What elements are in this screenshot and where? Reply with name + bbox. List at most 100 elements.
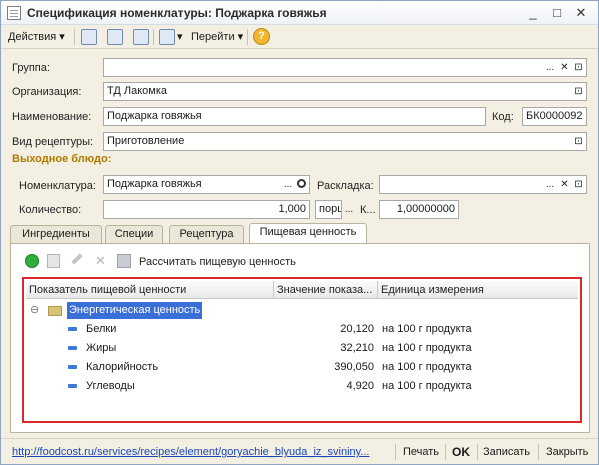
group-select-button[interactable]: ...	[542, 59, 558, 76]
group-field[interactable]	[103, 58, 587, 77]
group-clear-button[interactable]: ✕	[558, 59, 571, 76]
org-label: Организация:	[12, 86, 82, 98]
name-label: Наименование:	[12, 111, 92, 123]
quantity-value: 1,000	[278, 203, 306, 215]
layout-clear-button[interactable]: ✕	[558, 176, 571, 193]
toolbar: Действия ▾ ▾ Перейти ▾ ?	[1, 25, 598, 49]
column-header-indicator[interactable]: Показатель пищевой ценности	[26, 281, 274, 299]
code-value: БК0000092	[526, 110, 583, 122]
org-open-button[interactable]: ⊡	[572, 83, 585, 100]
indicator-value: 4,920	[346, 380, 374, 392]
recipe-type-field[interactable]: Приготовление	[103, 132, 587, 151]
quantity-field[interactable]: 1,000	[103, 200, 310, 219]
actions-menu-button[interactable]: Действия ▾	[8, 28, 65, 46]
code-field[interactable]: БК0000092	[522, 107, 587, 126]
table-header: Показатель пищевой ценности Значение пок…	[26, 281, 578, 299]
refresh-icon[interactable]	[107, 29, 123, 45]
nutrition-table: Показатель пищевой ценности Значение пок…	[22, 277, 582, 423]
code-label: Код:	[492, 111, 514, 123]
delete-icon[interactable]: ✕	[95, 253, 106, 269]
output-dish-heading: Выходное блюдо:	[12, 153, 112, 165]
indicator-value: 32,210	[340, 342, 374, 354]
copy-row-icon[interactable]	[47, 254, 60, 268]
status-separator	[538, 444, 539, 460]
chevron-down-icon[interactable]: ▾	[177, 28, 183, 46]
chevron-down-icon: ▾	[59, 31, 65, 43]
item-icon	[68, 365, 77, 369]
tab-spices[interactable]: Специи	[105, 225, 163, 244]
maximize-button[interactable]: □	[547, 4, 567, 22]
quantity-label: Количество:	[19, 204, 82, 216]
actions-label: Действия	[8, 31, 57, 43]
recipe-type-open-button[interactable]: ⊡	[572, 133, 585, 150]
name-value: Поджарка говяжья	[107, 110, 202, 122]
coef-label: К...	[360, 204, 376, 216]
coef-value: 1,00000000	[396, 203, 455, 215]
close-button[interactable]: Закрыть	[546, 444, 588, 460]
indicator-name: Жиры	[86, 342, 117, 354]
group-open-button[interactable]: ⊡	[572, 59, 585, 76]
org-value: ТД Лакомка	[107, 85, 167, 97]
indicator-name: Белки	[86, 323, 117, 335]
tab-nutrition[interactable]: Пищевая ценность	[249, 223, 367, 244]
search-icon[interactable]	[297, 179, 306, 188]
item-icon	[68, 327, 77, 331]
source-link[interactable]: http://foodcost.ru/services/recipes/elem…	[12, 446, 369, 458]
indicator-value: 20,120	[340, 323, 374, 335]
indicator-unit: на 100 г продукта	[382, 361, 472, 373]
calculate-nutrition-button[interactable]: Рассчитать пищевую ценность	[139, 256, 296, 268]
nomenclature-field[interactable]: Поджарка говяжья	[103, 175, 310, 194]
help-icon[interactable]: ?	[253, 28, 270, 45]
print-button[interactable]: Печать	[403, 444, 439, 460]
name-field[interactable]: Поджарка говяжья	[103, 107, 486, 126]
item-icon	[68, 346, 77, 350]
table-row[interactable]: Углеводы 4,920 на 100 г продукта	[24, 377, 576, 396]
save-button[interactable]: Записать	[483, 444, 530, 460]
status-separator	[395, 444, 396, 460]
table-row[interactable]: Калорийность 390,050 на 100 г продукта	[24, 358, 576, 377]
add-icon[interactable]	[25, 254, 39, 268]
document-icon	[7, 6, 21, 20]
status-separator	[477, 444, 478, 460]
table-row[interactable]: Жиры 32,210 на 100 г продукта	[24, 339, 576, 358]
status-separator	[445, 444, 446, 460]
group-label: Группа:	[12, 62, 50, 74]
unit-value: порц	[319, 203, 342, 215]
layout-select-button[interactable]: ...	[542, 176, 558, 193]
unit-field[interactable]: порц	[315, 200, 342, 219]
minimize-button[interactable]: _	[523, 4, 543, 22]
nomenclature-label: Номенклатура:	[19, 180, 96, 192]
column-header-unit[interactable]: Единица измерения	[378, 281, 578, 299]
toolbar-separator	[74, 29, 75, 45]
goto-label: Перейти	[191, 31, 235, 43]
save-icon[interactable]	[117, 254, 131, 268]
indicator-unit: на 100 г продукта	[382, 342, 472, 354]
indicator-unit: на 100 г продукта	[382, 323, 472, 335]
recipe-type-value: Приготовление	[107, 135, 185, 147]
item-icon	[68, 384, 77, 388]
ok-button[interactable]: OK	[452, 444, 470, 460]
org-field[interactable]: ТД Лакомка	[103, 82, 587, 101]
nomenclature-value: Поджарка говяжья	[107, 178, 202, 190]
nomenclature-select-button[interactable]: ...	[280, 176, 296, 193]
indicator-value: 390,050	[334, 361, 374, 373]
indicator-name: Калорийность	[86, 361, 159, 373]
chevron-down-icon: ▾	[237, 31, 244, 43]
recipe-type-label: Вид рецептуры:	[12, 136, 94, 148]
close-window-button[interactable]: ✕	[571, 4, 591, 22]
layout-open-button[interactable]: ⊡	[572, 176, 585, 193]
tab-ingredients[interactable]: Ингредиенты	[10, 225, 102, 244]
title-bar: Спецификация номенклатуры: Поджарка говя…	[1, 1, 598, 25]
coef-field[interactable]: 1,00000000	[379, 200, 459, 219]
toolbar-separator	[153, 29, 154, 45]
column-header-value[interactable]: Значение показа...	[274, 281, 378, 299]
goto-menu-button[interactable]: Перейти ▾	[191, 28, 243, 46]
copy-icon[interactable]	[133, 29, 149, 45]
window-title: Спецификация номенклатуры: Поджарка говя…	[27, 6, 327, 20]
tab-recipe[interactable]: Рецептура	[169, 225, 244, 244]
move-up-icon[interactable]	[81, 29, 97, 45]
hierarchy-icon[interactable]	[159, 29, 175, 45]
table-row[interactable]: Белки 20,120 на 100 г продукта	[24, 320, 576, 339]
collapse-icon[interactable]: ⊖	[30, 301, 39, 320]
unit-select-button[interactable]: ...	[342, 201, 356, 218]
